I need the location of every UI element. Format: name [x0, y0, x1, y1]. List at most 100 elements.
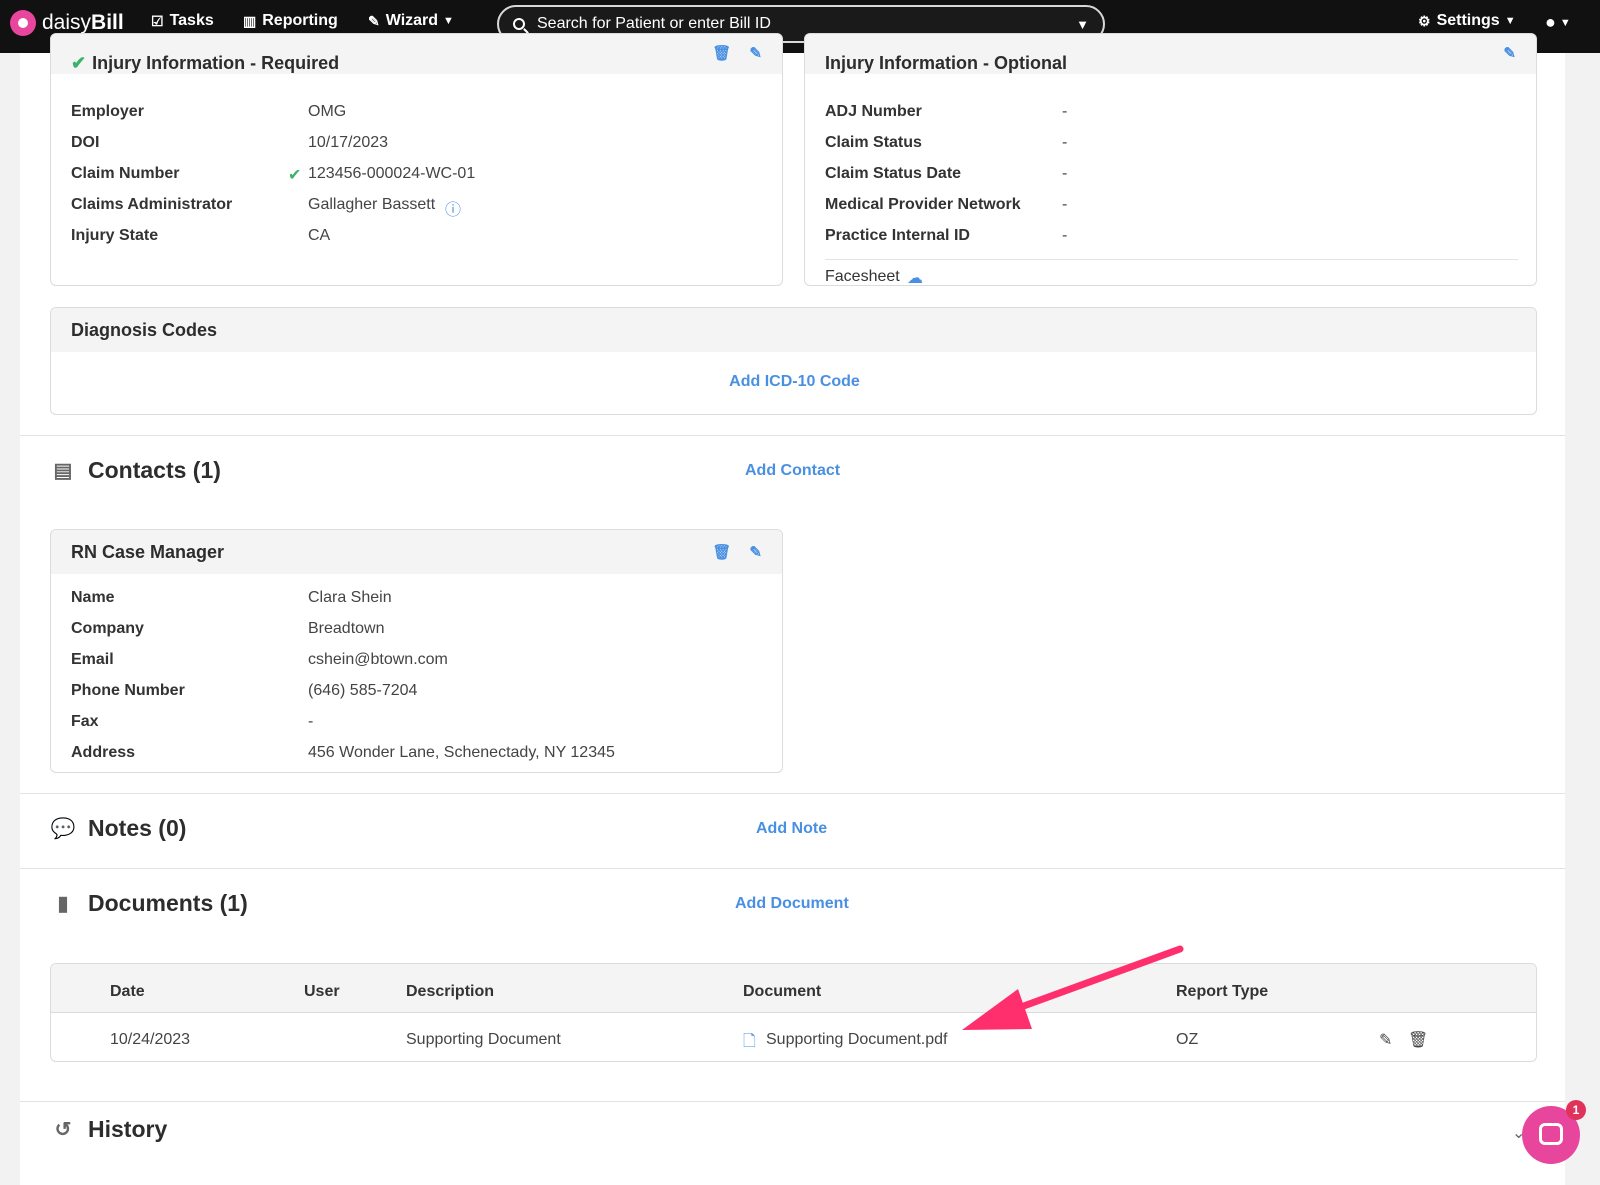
arrow-shaft [1006, 945, 1184, 1015]
chat-launcher-button[interactable]: 1 [1522, 1100, 1586, 1164]
field-value: CA [308, 227, 331, 244]
field-label: Claim Number [71, 165, 180, 182]
field-value: 123456-000024-WC-01 [308, 165, 476, 182]
diagnosis-codes-header: Diagnosis Codes [51, 308, 1536, 352]
field-value: - [308, 713, 314, 730]
nav-wizard[interactable]: ✎ Wizard ▼ [368, 12, 454, 30]
document-link[interactable]: Supporting Document.pdf [766, 1031, 947, 1049]
delete-icon[interactable]: 🗑 [1408, 1030, 1428, 1050]
arrow-head [962, 989, 1032, 1030]
card-title: Diagnosis Codes [71, 319, 218, 340]
bar-chart-icon: ▥ [243, 12, 257, 29]
field-label: DOI [71, 134, 100, 151]
pdf-file-icon: 🗋 [743, 1033, 756, 1050]
claims-administrator-link[interactable]: Gallagher Bassett [308, 196, 435, 214]
field-label: Claims Administrator [71, 196, 233, 213]
patient-detail-content: ✔ Injury Information - Required 🗑 ✎ Empl… [20, 33, 1565, 1185]
add-document-link[interactable]: Add Document [735, 895, 849, 913]
section-divider [20, 793, 1565, 794]
injury-required-card: ✔ Injury Information - Required 🗑 ✎ Empl… [50, 33, 783, 286]
brand-name: daisyBill [42, 11, 124, 34]
search-input[interactable] [537, 15, 1077, 33]
magic-wand-icon: ✎ [368, 12, 380, 29]
field-label: Injury State [71, 227, 159, 244]
daisy-flower-icon [10, 10, 36, 36]
document-date: 10/24/2023 [110, 1031, 191, 1048]
field-label: Company [71, 620, 144, 637]
speech-bubble-icon: 💬 [50, 818, 76, 840]
card-title: Injury Information - Optional [825, 53, 1067, 73]
pdf-file-icon: ▮ [57, 893, 69, 915]
chevron-down-icon: ▼ [1504, 15, 1516, 27]
field-label: Email [71, 651, 114, 668]
field-value: 456 Wonder Lane, Schenectady, NY 12345 [308, 744, 615, 761]
field-label: Address [71, 744, 136, 761]
history-clock-icon: ↺ [54, 1119, 72, 1141]
column-header-document[interactable]: Document [743, 983, 821, 1001]
card-divider [825, 259, 1518, 260]
field-value: (646) 585-7204 [308, 682, 418, 699]
card-title: RN Case Manager [71, 541, 225, 562]
add-contact-link[interactable]: Add Contact [745, 462, 840, 480]
chevron-down-icon: ▼ [1559, 16, 1571, 29]
search-icon [513, 18, 525, 30]
document-description: Supporting Document [406, 1031, 561, 1048]
card-title: Injury Information - Required [92, 53, 340, 73]
nav-tasks[interactable]: ☑ Tasks [151, 12, 214, 30]
field-label: Fax [71, 713, 99, 730]
chevron-down-icon: ▼ [443, 15, 454, 27]
history-section-title[interactable]: ↺ History [50, 1116, 168, 1143]
section-divider [20, 868, 1565, 869]
unread-badge: 1 [1566, 1100, 1586, 1120]
user-avatar-icon: ● [1545, 12, 1556, 32]
field-label: Medical Provider Network [825, 196, 1021, 213]
field-label: Name [71, 589, 115, 606]
column-header-date[interactable]: Date [110, 983, 145, 1001]
user-menu[interactable]: ● ▼ [1545, 12, 1571, 33]
edit-pencil-icon[interactable]: ✎ [749, 543, 762, 561]
field-value: OMG [308, 103, 347, 120]
nav-settings[interactable]: ⚙ Settings ▼ [1418, 12, 1516, 30]
gear-icon: ⚙ [1418, 12, 1431, 29]
add-icd10-code-link[interactable]: Add ICD-10 Code [51, 373, 1536, 391]
contact-card-icon: ▤ [53, 460, 73, 482]
check-circle-icon: ✔ [71, 53, 87, 73]
field-value: - [1062, 165, 1068, 182]
field-label: Employer [71, 103, 144, 120]
section-divider [20, 435, 1565, 436]
field-label: Claim Status [825, 134, 922, 151]
add-note-link[interactable]: Add Note [756, 820, 827, 838]
field-label: Practice Internal ID [825, 227, 970, 244]
field-label: ADJ Number [825, 103, 922, 120]
annotation-arrow [962, 945, 1184, 1030]
nav-reporting[interactable]: ▥ Reporting [243, 12, 338, 30]
field-value: - [1062, 196, 1068, 213]
injury-optional-header: Injury Information - Optional ✎ [805, 34, 1536, 74]
verified-check-icon: ✔ [288, 167, 302, 184]
field-value: - [1062, 134, 1068, 151]
contacts-section-title: ▤ Contacts (1) [50, 457, 221, 484]
contact-card: RN Case Manager 🗑 ✎ Name Clara Shein Com… [50, 529, 783, 773]
injury-optional-card: Injury Information - Optional ✎ ADJ Numb… [804, 33, 1537, 286]
field-value: Clara Shein [308, 589, 392, 606]
edit-pencil-icon[interactable]: ✎ [749, 44, 762, 62]
section-divider [20, 1101, 1565, 1102]
edit-pencil-icon[interactable]: ✎ [1379, 1030, 1392, 1050]
delete-icon[interactable]: 🗑 [712, 44, 731, 62]
column-header-description[interactable]: Description [406, 983, 494, 1001]
edit-pencil-icon[interactable]: ✎ [1503, 44, 1516, 62]
field-value: Breadtown [308, 620, 385, 637]
table-row: 10/24/2023 Supporting Document 🗋 Support… [51, 1014, 1536, 1061]
field-label: Phone Number [71, 682, 185, 699]
delete-icon[interactable]: 🗑 [712, 543, 731, 561]
cloud-download-icon[interactable]: ☁ [907, 268, 923, 285]
diagnosis-codes-card: Diagnosis Codes Add ICD-10 Code [50, 307, 1537, 415]
info-icon[interactable]: ⓘ [445, 196, 461, 220]
field-value: - [1062, 227, 1068, 244]
notes-section-title: 💬 Notes (0) [50, 815, 187, 841]
field-value: cshein@btown.com [308, 651, 448, 668]
chevron-down-icon[interactable]: ▼ [1076, 17, 1089, 32]
facesheet-link[interactable]: Facesheet [825, 268, 900, 285]
field-value: - [1062, 103, 1068, 120]
column-header-user[interactable]: User [304, 983, 340, 1001]
